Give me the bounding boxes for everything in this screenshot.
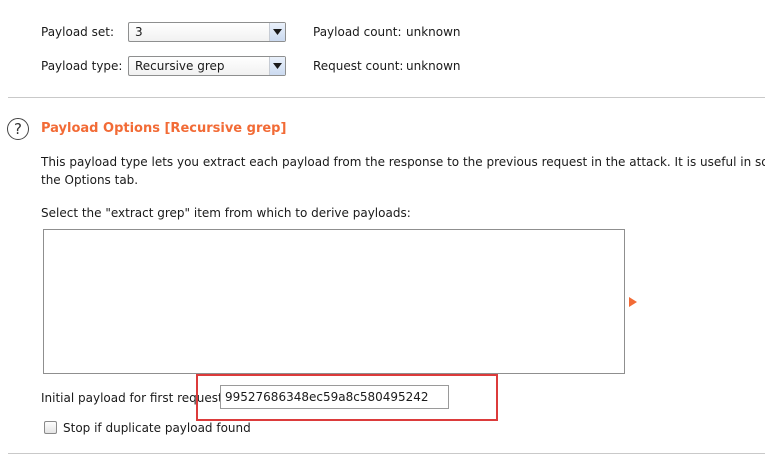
top-edge-divider: [0, 0, 765, 1]
extract-grep-list[interactable]: [43, 229, 625, 374]
payload-type-value: Recursive grep: [135, 59, 225, 73]
section-title: Payload Options [Recursive grep]: [41, 121, 287, 136]
section-description-line1: This payload type lets you extract each …: [41, 155, 765, 169]
request-count-value: unknown: [406, 59, 461, 73]
highlight-box: [196, 374, 498, 421]
payload-set-value: 3: [135, 25, 143, 39]
question-circle-icon[interactable]: ?: [7, 118, 29, 140]
stop-duplicate-checkbox[interactable]: [44, 421, 57, 434]
extract-grep-label: Select the "extract grep" item from whic…: [41, 206, 411, 220]
payload-type-label: Payload type:: [41, 59, 123, 73]
triangle-right-icon[interactable]: [629, 297, 637, 307]
chevron-down-icon: [269, 57, 285, 75]
bottom-divider: [8, 453, 765, 454]
payload-count-value: unknown: [406, 25, 461, 39]
payload-count-label: Payload count:: [313, 25, 402, 39]
section-description-line2: the Options tab.: [41, 173, 139, 187]
payload-set-dropdown[interactable]: 3: [128, 22, 286, 42]
payload-set-label: Payload set:: [41, 25, 114, 39]
chevron-down-icon: [269, 23, 285, 41]
section-divider: [8, 97, 765, 98]
stop-duplicate-label[interactable]: Stop if duplicate payload found: [63, 420, 251, 436]
request-count-label: Request count:: [313, 59, 404, 73]
payload-type-dropdown[interactable]: Recursive grep: [128, 56, 286, 76]
